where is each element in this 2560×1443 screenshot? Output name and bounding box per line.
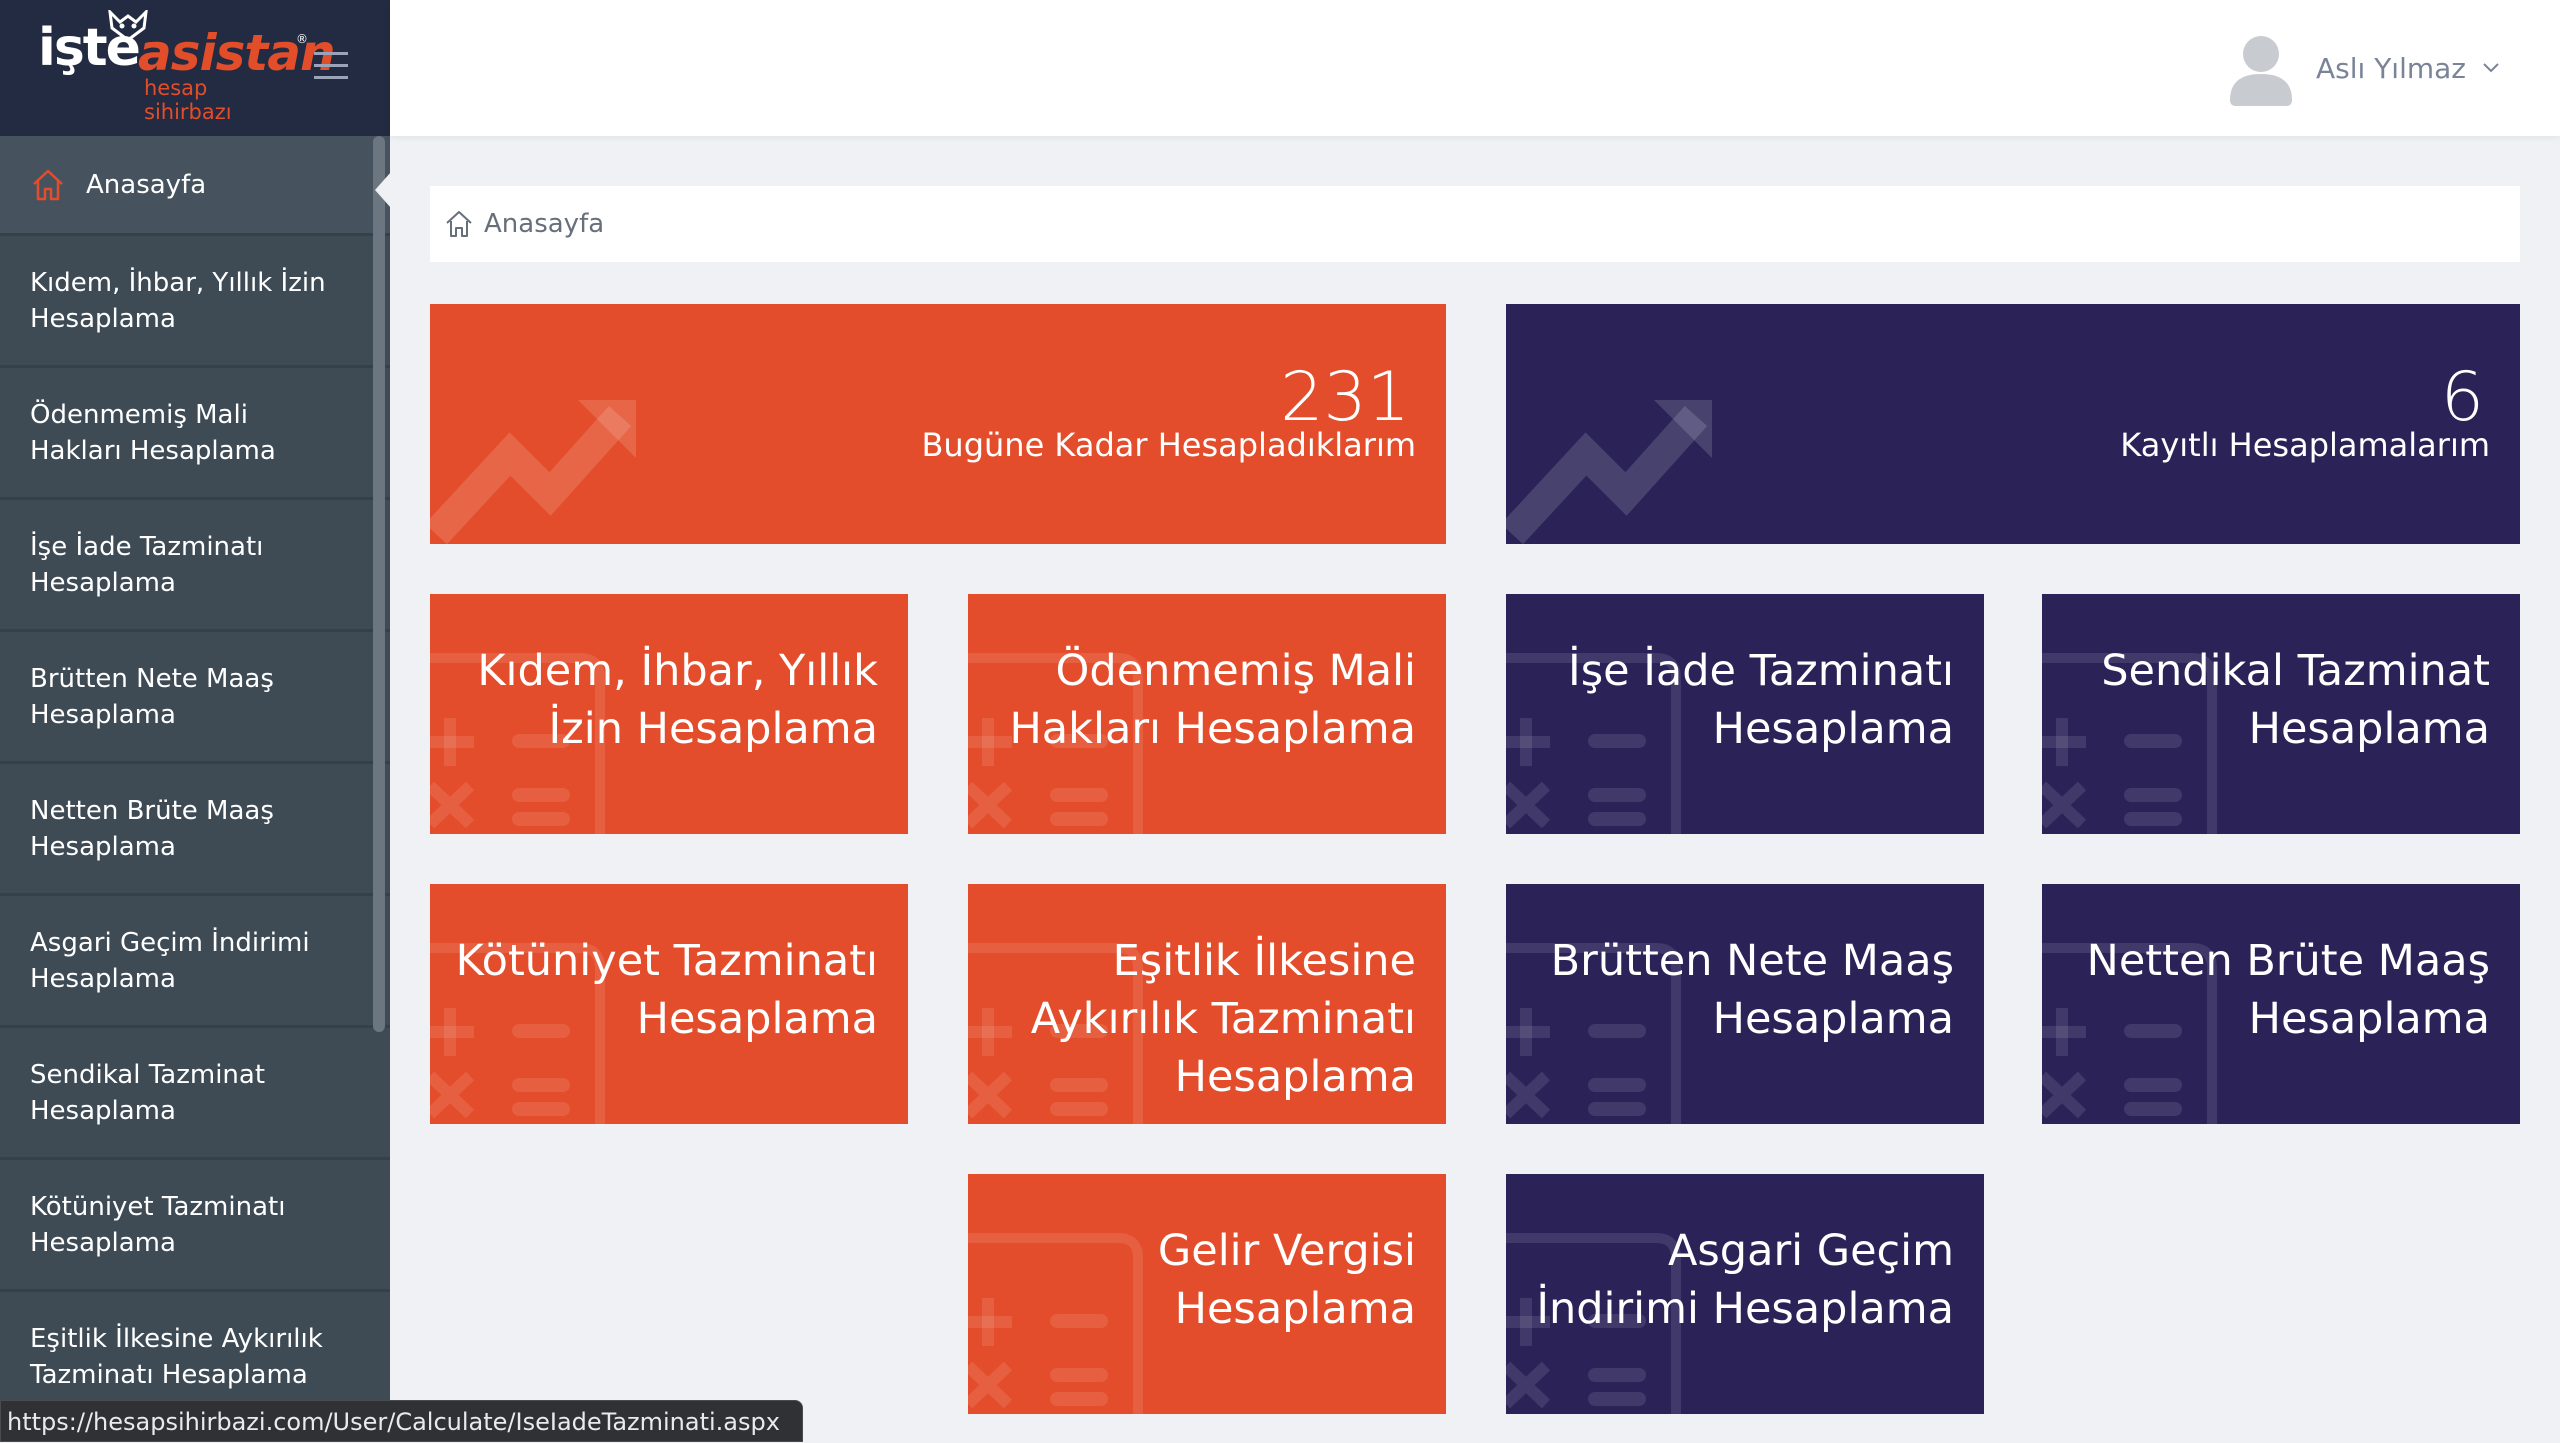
calc-tile-label: Sendikal Tazminat Hesaplama	[2101, 646, 2490, 754]
sidebar-item-label: Eşitlik İlkesine Aykırılık Tazminatı Hes…	[30, 1323, 323, 1390]
active-item-pointer	[375, 172, 390, 208]
trend-up-icon	[430, 400, 636, 544]
sidebar-item-label: Ödenmemiş Mali Hakları Hesaplama	[30, 399, 276, 466]
calc-tile-esitlik[interactable]: Eşitlik İlkesine Aykırılık Tazminatı Hes…	[968, 884, 1446, 1124]
sidebar-item-label: Kötüniyet Tazminatı Hesaplama	[30, 1191, 286, 1258]
sidebar-item-label: Asgari Geçim İndirimi Hesaplama	[30, 927, 310, 994]
trend-up-icon	[1506, 400, 1712, 544]
calc-tile-label: Eşitlik İlkesine Aykırılık Tazminatı Hes…	[1030, 936, 1416, 1102]
stat-label: Bugüne Kadar Hesapladıklarım	[921, 426, 1416, 464]
brand-logo[interactable]: işte asistan ® hesap sihirbazı	[0, 0, 336, 136]
stat-tile-total[interactable]: 231 Bugüne Kadar Hesapladıklarım	[430, 304, 1446, 544]
calc-tile-brutten-nete[interactable]: Brütten Nete Maaş Hesaplama	[1506, 884, 1984, 1124]
calc-tile-label: İşe İade Tazminatı Hesaplama	[1568, 646, 1954, 754]
calc-tile-kotuniyet[interactable]: Kötüniyet Tazminatı Hesaplama	[430, 884, 908, 1124]
calc-tile-kidem[interactable]: Kıdem, İhbar, Yıllık İzin Hesaplama	[430, 594, 908, 834]
menu-toggle-button[interactable]	[314, 52, 348, 80]
avatar-icon	[2230, 36, 2292, 106]
calc-tile-label: Asgari Geçim İndirimi Hesaplama	[1536, 1226, 1954, 1334]
calc-tile-label: Kötüniyet Tazminatı Hesaplama	[455, 936, 878, 1044]
sidebar-item-ise-iade[interactable]: İşe İade Tazminatı Hesaplama	[0, 500, 390, 632]
calc-tile-label: Kıdem, İhbar, Yıllık İzin Hesaplama	[477, 646, 878, 754]
sidebar-item-kotuniyet[interactable]: Kötüniyet Tazminatı Hesaplama	[0, 1160, 390, 1292]
calc-tile-label: Ödenmemiş Mali Hakları Hesaplama	[1009, 646, 1416, 754]
logo-area: işte asistan ® hesap sihirbazı	[0, 0, 390, 136]
sidebar-item-label: Kıdem, İhbar, Yıllık İzin Hesaplama	[30, 267, 326, 334]
sidebar-scrollbar[interactable]	[373, 136, 385, 1032]
calc-tile-label: Netten Brüte Maaş Hesaplama	[2086, 936, 2490, 1044]
calc-tile-asgari-gecim[interactable]: Asgari Geçim İndirimi Hesaplama	[1506, 1174, 1984, 1414]
brand-tagline: hesap sihirbazı	[144, 76, 232, 124]
stat-label: Kayıtlı Hesaplamalarım	[2120, 426, 2490, 464]
calc-tile-gelir-vergisi[interactable]: Gelir Vergisi Hesaplama	[968, 1174, 1446, 1414]
sidebar-item-sendikal[interactable]: Sendikal Tazminat Hesaplama	[0, 1028, 390, 1160]
sidebar-item-odenmemis[interactable]: Ödenmemiş Mali Hakları Hesaplama	[0, 368, 390, 500]
breadcrumb: Anasayfa	[430, 186, 2520, 262]
calc-tile-netten-brute[interactable]: Netten Brüte Maaş Hesaplama	[2042, 884, 2520, 1124]
calc-tile-ise-iade[interactable]: İşe İade Tazminatı Hesaplama	[1506, 594, 1984, 834]
sidebar: işte asistan ® hesap sihirbazı Anasayfa …	[0, 0, 390, 1442]
sidebar-item-anasayfa[interactable]: Anasayfa	[0, 136, 390, 236]
sidebar-item-label: Anasayfa	[86, 169, 207, 200]
chevron-down-icon	[2483, 63, 2499, 73]
sidebar-item-label: İşe İade Tazminatı Hesaplama	[30, 531, 264, 598]
sidebar-item-label: Netten Brüte Maaş Hesaplama	[30, 795, 274, 862]
calc-tile-sendikal[interactable]: Sendikal Tazminat Hesaplama	[2042, 594, 2520, 834]
sidebar-item-label: Brütten Nete Maaş Hesaplama	[30, 663, 274, 730]
status-bar-url: https://hesapsihirbazi.com/User/Calculat…	[0, 1400, 803, 1442]
calc-tile-odenmemis[interactable]: Ödenmemiş Mali Hakları Hesaplama	[968, 594, 1446, 834]
sidebar-item-kidem[interactable]: Kıdem, İhbar, Yıllık İzin Hesaplama	[0, 236, 390, 368]
home-icon	[446, 211, 472, 237]
breadcrumb-home[interactable]: Anasayfa	[484, 209, 604, 239]
user-menu[interactable]: Aslı Yılmaz	[2226, 30, 2500, 106]
registered-mark: ®	[296, 32, 308, 46]
sidebar-item-netten-brute[interactable]: Netten Brüte Maaş Hesaplama	[0, 764, 390, 896]
home-icon	[33, 169, 63, 200]
top-bar: Aslı Yılmaz	[390, 0, 2560, 136]
user-name: Aslı Yılmaz	[2316, 51, 2466, 85]
sidebar-item-asgari-gecim[interactable]: Asgari Geçim İndirimi Hesaplama	[0, 896, 390, 1028]
stat-tile-saved[interactable]: 6 Kayıtlı Hesaplamalarım	[1506, 304, 2520, 544]
calc-tile-label: Gelir Vergisi Hesaplama	[1157, 1226, 1416, 1334]
sidebar-item-label: Sendikal Tazminat Hesaplama	[30, 1059, 266, 1126]
sidebar-item-brutten-nete[interactable]: Brütten Nete Maaş Hesaplama	[0, 632, 390, 764]
calc-tile-label: Brütten Nete Maaş Hesaplama	[1550, 936, 1954, 1044]
sidebar-nav: Anasayfa Kıdem, İhbar, Yıllık İzin Hesap…	[0, 136, 390, 1424]
